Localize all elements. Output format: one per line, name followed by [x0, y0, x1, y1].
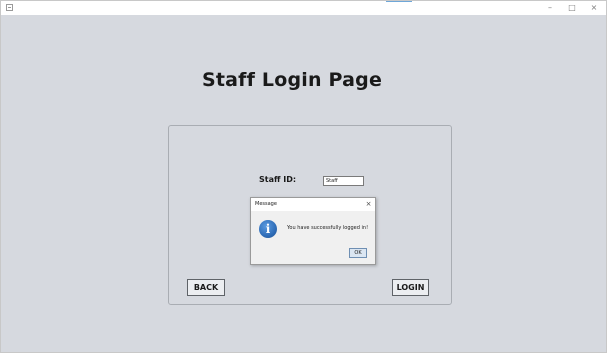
info-icon: i [259, 220, 277, 238]
dialog-titlebar[interactable]: Message × [251, 198, 375, 211]
titlebar-accent [386, 1, 412, 2]
window-titlebar[interactable]: – □ × [1, 1, 606, 15]
page-title: Staff Login Page [201, 69, 383, 91]
maximize-icon[interactable]: □ [563, 1, 581, 15]
minimize-icon[interactable]: – [541, 1, 559, 15]
message-dialog: Message × i You have successfully logged… [250, 197, 376, 265]
ok-button[interactable]: OK [349, 248, 367, 258]
dialog-message: You have successfully logged in! [287, 225, 369, 231]
app-window: – □ × Staff Login Page Staff ID: Staff B… [0, 0, 607, 353]
main-content: Staff Login Page Staff ID: Staff BACK LO… [2, 15, 606, 352]
dialog-close-icon[interactable]: × [364, 199, 373, 209]
app-window-icon [6, 4, 13, 11]
staff-id-field[interactable]: Staff [323, 176, 364, 186]
close-icon[interactable]: × [585, 1, 603, 15]
staff-id-label: Staff ID: [259, 175, 297, 184]
back-button[interactable]: BACK [187, 279, 225, 296]
dialog-title: Message [255, 201, 277, 207]
login-button[interactable]: LOGIN [392, 279, 429, 296]
